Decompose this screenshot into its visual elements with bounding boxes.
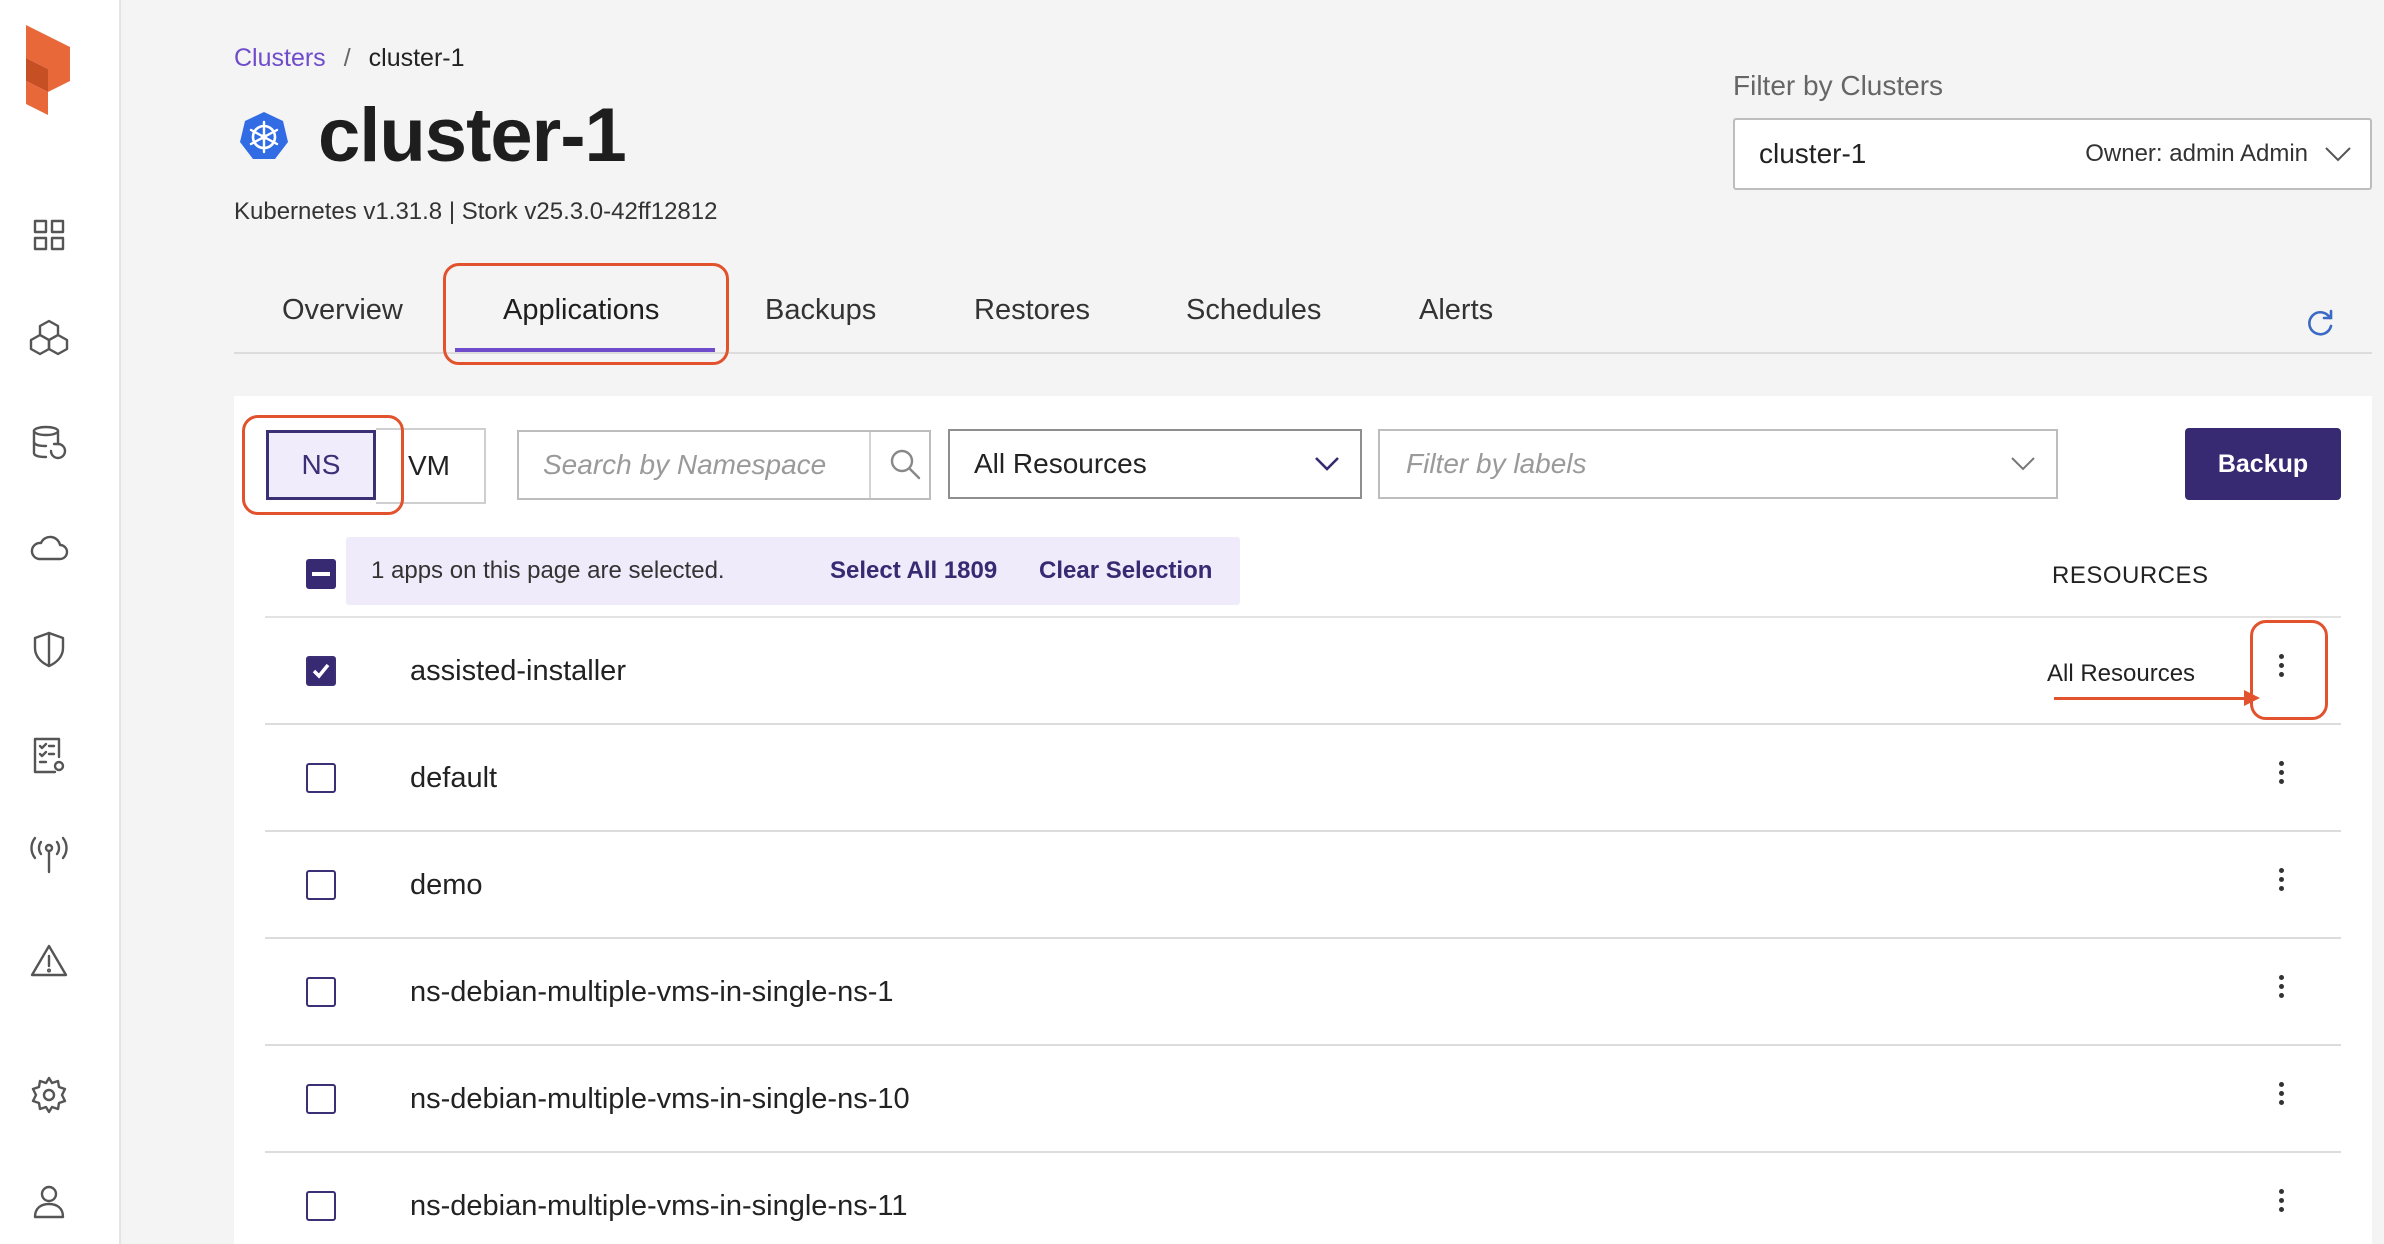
row-checkbox[interactable] <box>306 977 336 1007</box>
page-title: cluster-1 <box>318 93 627 178</box>
cluster-filter-select[interactable]: cluster-1 Owner: admin Admin <box>1733 118 2372 190</box>
clear-selection-link[interactable]: Clear Selection <box>1039 557 1212 585</box>
cluster-filter-owner: Owner: admin Admin <box>2085 140 2308 167</box>
refresh-icon[interactable] <box>2303 306 2337 340</box>
cluster-filter-value: cluster-1 <box>1759 138 1867 169</box>
select-all-checkbox[interactable] <box>306 559 336 589</box>
dashboard-grid-icon[interactable] <box>24 210 74 260</box>
row-actions-kebab-icon[interactable] <box>2271 971 2291 1011</box>
breadcrumb-separator: / <box>343 44 351 72</box>
table-row[interactable]: assisted-installer All Resources <box>265 618 2341 725</box>
alert-triangle-icon[interactable] <box>24 936 74 986</box>
sidebar <box>0 0 121 1244</box>
row-actions-kebab-icon[interactable] <box>2271 1185 2291 1225</box>
tab-bar: Overview Applications Backups Restores S… <box>234 270 1544 354</box>
namespace-name: ns-debian-multiple-vms-in-single-ns-11 <box>410 1190 908 1222</box>
title-row: cluster-1 <box>238 92 627 179</box>
breadcrumb: Clusters / cluster-1 <box>234 44 465 73</box>
labels-filter-select[interactable]: Filter by labels <box>1378 429 2058 499</box>
namespace-name: default <box>410 762 498 794</box>
labels-filter-placeholder: Filter by labels <box>1406 448 1587 479</box>
checkmark-icon <box>312 663 330 679</box>
table-row[interactable]: ns-debian-multiple-vms-in-single-ns-11 <box>265 1153 2341 1244</box>
tab-alerts[interactable]: Alerts <box>1419 294 1493 327</box>
namespace-name: ns-debian-multiple-vms-in-single-ns-1 <box>410 976 894 1008</box>
table-row[interactable]: demo <box>265 832 2341 939</box>
portworx-logo-icon[interactable] <box>22 25 74 115</box>
tab-backups[interactable]: Backups <box>765 294 876 327</box>
row-checkbox[interactable] <box>306 1191 336 1221</box>
ns-toggle-button[interactable]: NS <box>266 430 376 500</box>
row-checkbox[interactable] <box>306 763 336 793</box>
shield-icon[interactable] <box>24 624 74 674</box>
row-actions-kebab-icon[interactable] <box>2271 757 2291 797</box>
table-row[interactable]: ns-debian-multiple-vms-in-single-ns-1 <box>265 939 2341 1046</box>
table-row[interactable]: default <box>265 725 2341 832</box>
active-tab-indicator <box>455 348 715 352</box>
table-row[interactable]: ns-debian-multiple-vms-in-single-ns-10 <box>265 1046 2341 1153</box>
annotation-arrow-head <box>2244 690 2260 706</box>
selection-message: 1 apps on this page are selected. <box>371 557 725 584</box>
tab-restores[interactable]: Restores <box>974 294 1090 327</box>
policy-checklist-icon[interactable] <box>24 730 74 780</box>
selection-banner: 1 apps on this page are selected. Select… <box>346 537 1240 605</box>
tab-bar-divider <box>1544 352 2372 354</box>
cluster-filter-label: Filter by Clusters <box>1733 70 1944 101</box>
cluster-version-info: Kubernetes v1.31.8 | Stork v25.3.0-42ff1… <box>234 198 718 225</box>
chevron-down-icon <box>2325 147 2351 162</box>
row-actions-kebab-icon[interactable] <box>2271 1078 2291 1118</box>
user-profile-icon[interactable] <box>24 1176 74 1226</box>
row-actions-kebab-icon[interactable] <box>2271 650 2291 690</box>
namespace-search <box>517 430 931 500</box>
row-checkbox[interactable] <box>306 870 336 900</box>
applications-cubes-icon[interactable] <box>24 312 74 362</box>
row-checkbox[interactable] <box>306 1084 336 1114</box>
tab-applications[interactable]: Applications <box>503 294 659 327</box>
chevron-down-icon <box>1315 457 1339 471</box>
cloud-icon[interactable] <box>24 524 74 574</box>
tab-schedules[interactable]: Schedules <box>1186 294 1321 327</box>
row-checkbox[interactable] <box>306 656 336 686</box>
resources-select-value: All Resources <box>974 448 1147 479</box>
namespace-name: demo <box>410 869 483 901</box>
chevron-down-icon <box>2011 457 2035 471</box>
vm-toggle-button[interactable]: VM <box>376 428 486 504</box>
tab-overview[interactable]: Overview <box>282 294 403 327</box>
annotation-arrow <box>2054 697 2248 700</box>
breadcrumb-current: cluster-1 <box>368 44 465 72</box>
row-resources: All Resources <box>2047 660 2196 687</box>
settings-gear-icon[interactable] <box>24 1070 74 1120</box>
kubernetes-icon <box>238 110 290 162</box>
namespace-search-input[interactable] <box>519 432 869 498</box>
backup-button[interactable]: Backup <box>2185 428 2341 500</box>
resources-column-header: RESOURCES <box>2052 562 2209 589</box>
resources-select[interactable]: All Resources <box>948 429 1362 499</box>
select-all-link[interactable]: Select All 1809 <box>830 557 997 585</box>
broadcast-antenna-icon[interactable] <box>24 830 74 880</box>
search-divider <box>869 432 871 498</box>
row-actions-kebab-icon[interactable] <box>2271 864 2291 904</box>
breadcrumb-clusters-link[interactable]: Clusters <box>234 44 326 73</box>
search-icon[interactable] <box>887 446 923 482</box>
database-restore-icon[interactable] <box>24 418 74 468</box>
namespace-name: assisted-installer <box>410 655 626 687</box>
namespace-name: ns-debian-multiple-vms-in-single-ns-10 <box>410 1083 910 1115</box>
